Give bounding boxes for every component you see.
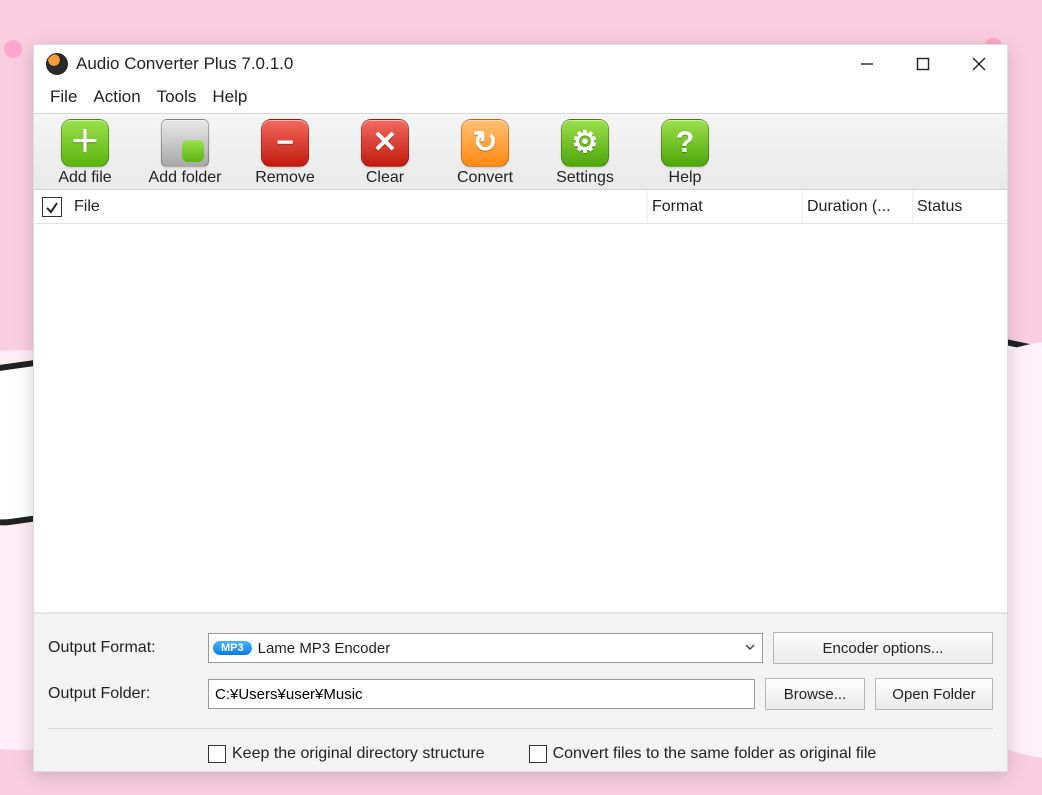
menu-file[interactable]: File	[44, 85, 83, 109]
output-folder-input[interactable]	[208, 679, 755, 709]
minus-icon: −	[261, 119, 309, 167]
gear-icon: ⚙	[561, 119, 609, 167]
toolbar-label: Help	[669, 169, 702, 187]
select-all-checkbox[interactable]	[42, 197, 62, 217]
maximize-icon	[916, 57, 930, 71]
app-icon	[46, 53, 68, 75]
toolbar-label: Add file	[58, 169, 111, 187]
toolbar-label: Convert	[457, 169, 513, 187]
question-icon: ?	[661, 119, 709, 167]
column-format[interactable]: Format	[647, 190, 802, 223]
remove-button[interactable]: − Remove	[244, 115, 326, 187]
clear-button[interactable]: ✕ Clear	[344, 115, 426, 187]
minimize-icon	[860, 57, 874, 71]
menu-action[interactable]: Action	[87, 85, 146, 109]
column-file[interactable]: File	[70, 190, 647, 223]
output-format-value: Lame MP3 Encoder	[258, 640, 391, 657]
app-window: Audio Converter Plus 7.0.1.0 File Action…	[33, 44, 1008, 772]
settings-button[interactable]: ⚙ Settings	[544, 115, 626, 187]
x-icon: ✕	[361, 119, 409, 167]
title-bar[interactable]: Audio Converter Plus 7.0.1.0	[34, 45, 1007, 83]
add-folder-button[interactable]: + Add folder	[144, 115, 226, 187]
file-list[interactable]	[34, 224, 1007, 613]
list-header: File Format Duration (... Status	[34, 190, 1007, 224]
toolbar-label: Remove	[255, 169, 315, 187]
refresh-icon: ↻	[461, 119, 509, 167]
browse-button[interactable]: Browse...	[765, 678, 865, 710]
open-folder-button[interactable]: Open Folder	[875, 678, 993, 710]
toolbar-label: Settings	[556, 169, 614, 187]
plus-icon: ＋	[61, 119, 109, 167]
menu-bar: File Action Tools Help	[34, 83, 1007, 113]
same-folder-option[interactable]: Convert files to the same folder as orig…	[529, 745, 877, 763]
separator	[48, 728, 993, 729]
window-title: Audio Converter Plus 7.0.1.0	[76, 54, 293, 74]
check-icon	[45, 200, 59, 214]
close-icon	[972, 57, 986, 71]
checkbox-icon	[529, 745, 547, 763]
keep-structure-label: Keep the original directory structure	[232, 745, 485, 763]
add-file-button[interactable]: ＋ Add file	[44, 115, 126, 187]
toolbar-label: Add folder	[149, 169, 222, 187]
menu-help[interactable]: Help	[206, 85, 253, 109]
toolbar-label: Clear	[366, 169, 404, 187]
minimize-button[interactable]	[839, 45, 895, 83]
convert-button[interactable]: ↻ Convert	[444, 115, 526, 187]
help-button[interactable]: ? Help	[644, 115, 726, 187]
format-badge: MP3	[213, 641, 252, 655]
desktop-dot	[4, 40, 22, 58]
output-format-label: Output Format:	[48, 639, 198, 657]
close-button[interactable]	[951, 45, 1007, 83]
checkbox-icon	[208, 745, 226, 763]
same-folder-label: Convert files to the same folder as orig…	[553, 745, 877, 763]
toolbar: ＋ Add file + Add folder − Remove ✕ Clear…	[34, 113, 1007, 190]
output-format-select[interactable]: MP3 Lame MP3 Encoder	[208, 633, 763, 663]
encoder-options-button[interactable]: Encoder options...	[773, 632, 993, 664]
output-panel: Output Format: MP3 Lame MP3 Encoder Enco…	[34, 613, 1007, 771]
column-status[interactable]: Status	[912, 190, 1007, 223]
column-duration[interactable]: Duration (...	[802, 190, 912, 223]
menu-tools[interactable]: Tools	[151, 85, 203, 109]
maximize-button[interactable]	[895, 45, 951, 83]
keep-structure-option[interactable]: Keep the original directory structure	[208, 745, 485, 763]
output-folder-label: Output Folder:	[48, 685, 198, 703]
chevron-down-icon	[744, 640, 756, 657]
folder-plus-icon: +	[161, 119, 209, 167]
